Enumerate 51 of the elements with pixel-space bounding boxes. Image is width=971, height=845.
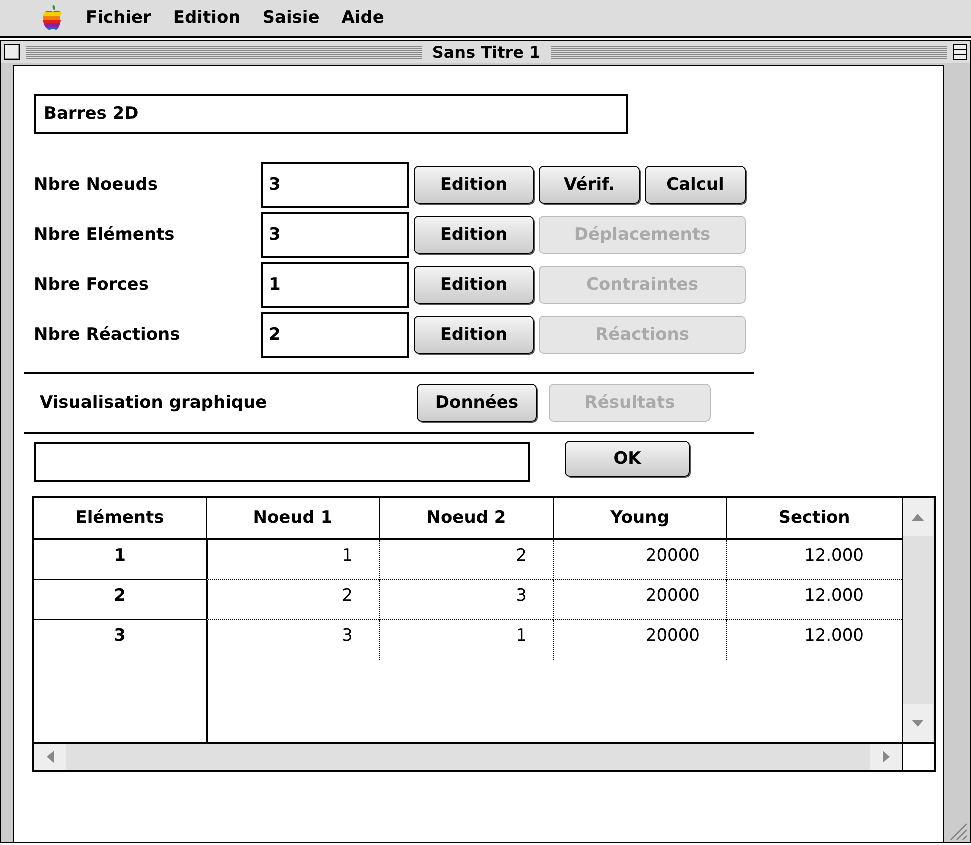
apple-logo-icon[interactable] [42, 5, 64, 31]
button[interactable]: Calcul [645, 166, 746, 204]
column-header: Noeud 1 [206, 498, 379, 540]
count-field[interactable]: 3 [261, 212, 409, 258]
table-cell: 20000 [553, 620, 726, 660]
column-header: Noeud 2 [379, 498, 553, 540]
button[interactable]: Données [417, 384, 537, 422]
table-cell: 1 [206, 540, 379, 580]
scroll-up-icon[interactable] [903, 498, 933, 536]
button[interactable]: Edition [414, 166, 534, 204]
table-cell: 3 [379, 580, 553, 620]
column-header: Young [553, 498, 726, 540]
table-cell: 3 [206, 620, 379, 660]
title-field[interactable]: Barres 2D [34, 94, 628, 134]
count-field[interactable]: 2 [261, 312, 409, 358]
scroll-right-icon[interactable] [870, 744, 902, 770]
button[interactable]: Edition [414, 216, 534, 254]
table-cell: 20000 [553, 540, 726, 580]
menu-item[interactable]: Aide [342, 8, 384, 28]
table-cell: 2 [379, 540, 553, 580]
menu-item[interactable]: Fichier [86, 8, 152, 28]
table-cell: 2 [34, 580, 206, 620]
section-label: Visualisation graphique [40, 393, 268, 413]
button[interactable]: Edition [414, 316, 534, 354]
field-label: Nbre Forces [34, 275, 150, 295]
table-cell: 1 [34, 540, 206, 580]
count-field[interactable]: 3 [261, 162, 409, 208]
field-label: Nbre Eléments [34, 225, 176, 245]
scroll-down-icon[interactable] [903, 704, 933, 742]
close-box-icon[interactable] [4, 44, 20, 60]
column-header: Eléments [34, 498, 206, 540]
menu-item[interactable]: Saisie [262, 8, 320, 28]
zoom-box-icon[interactable] [953, 44, 968, 60]
table-cell: 20000 [553, 580, 726, 620]
window-title: Sans Titre 1 [431, 42, 542, 62]
count-field[interactable]: 1 [261, 262, 409, 308]
button[interactable]: Edition [414, 266, 534, 304]
field-label: Nbre Noeuds [34, 175, 160, 195]
title-stripes-icon [26, 45, 422, 59]
field-label: Nbre Réactions [34, 325, 182, 345]
title-stripes-icon [550, 45, 948, 59]
input-field[interactable] [34, 442, 530, 482]
ok-button[interactable]: OK [565, 441, 690, 477]
table-cell: 1 [379, 620, 553, 660]
table-cell: 2 [206, 580, 379, 620]
button[interactable]: Vérif. [539, 166, 640, 204]
table-cell-text: 3 [113, 625, 127, 648]
scroll-left-icon[interactable] [34, 744, 66, 770]
horizontal-scrollbar[interactable] [34, 742, 902, 770]
vertical-scrollbar[interactable] [902, 498, 934, 742]
menu-item[interactable]: Edition [173, 8, 241, 28]
